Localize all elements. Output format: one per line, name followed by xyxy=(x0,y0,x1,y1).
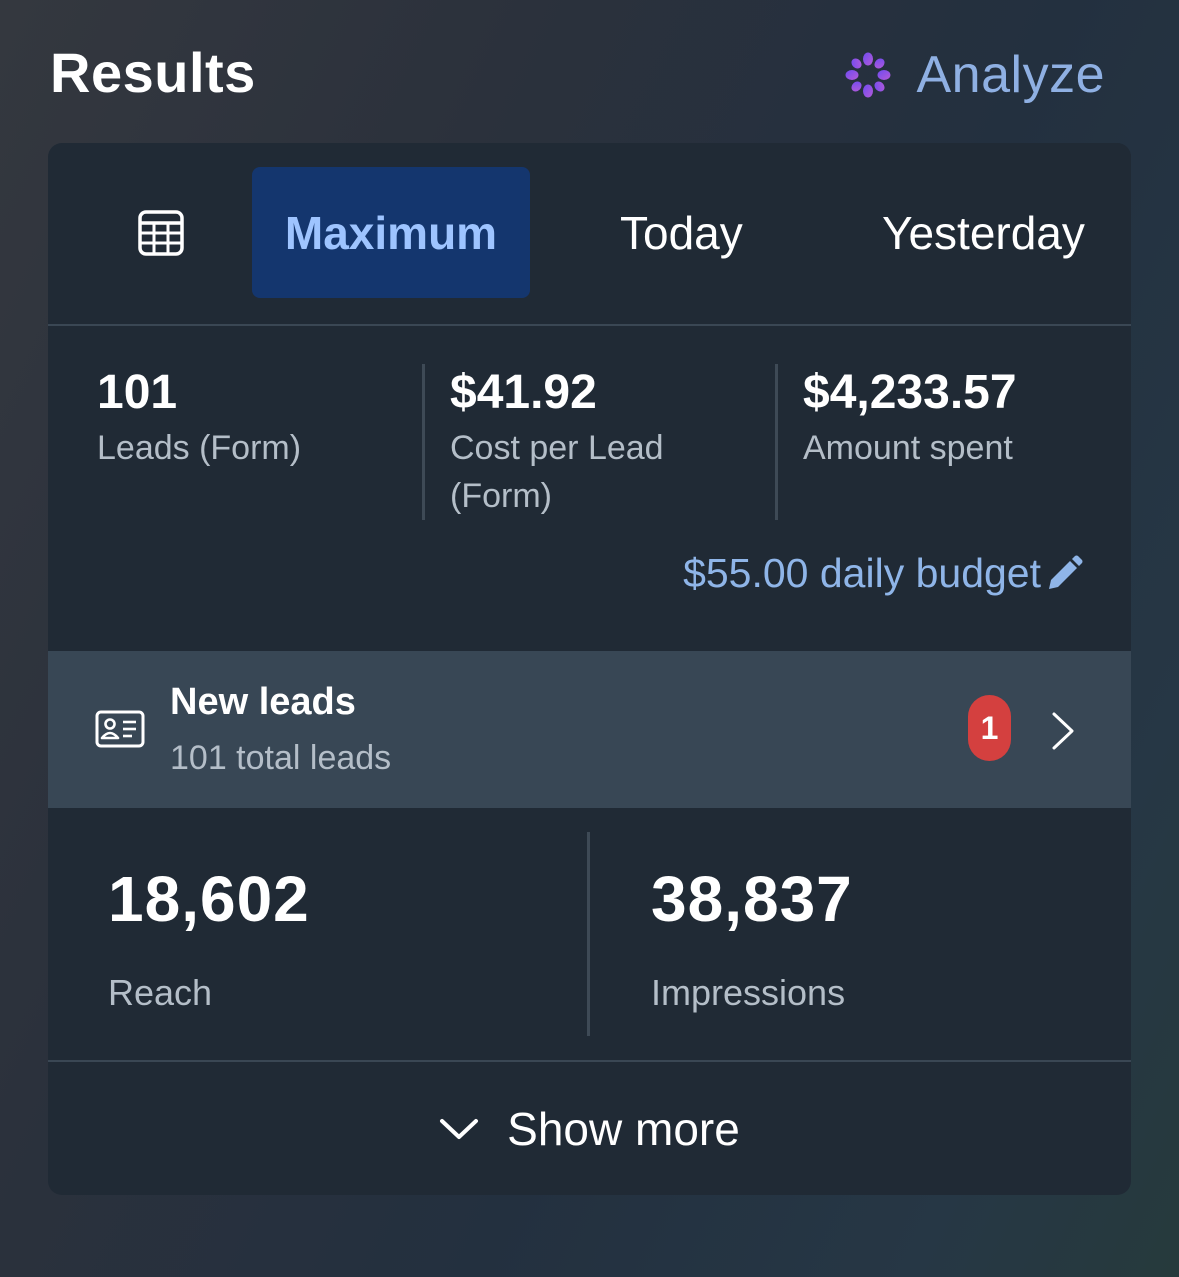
metric-label: Amount spent xyxy=(803,429,1013,467)
daily-budget-label: $55.00 daily budget xyxy=(683,550,1041,596)
analyze-label: Analyze xyxy=(916,46,1105,104)
results-card: Maximum Today Yesterday 101 Leads (Form)… xyxy=(48,143,1131,1195)
new-leads-title: New leads xyxy=(170,681,356,723)
metric-label: Cost per Lead (Form) xyxy=(450,429,664,515)
stat-value: 38,837 xyxy=(651,863,853,935)
chevron-down-icon xyxy=(440,1118,479,1139)
divider xyxy=(775,364,778,520)
metric-value: 101 xyxy=(97,366,178,419)
sparkle-icon xyxy=(845,52,890,98)
tab-scroll-edge xyxy=(1096,143,1131,324)
show-more-button[interactable]: Show more xyxy=(48,1062,1131,1195)
new-leads-subtitle: 101 total leads xyxy=(170,739,392,777)
stat-label: Impressions xyxy=(651,972,846,1013)
tab-today[interactable]: Today xyxy=(620,167,743,298)
tab-maximum[interactable]: Maximum xyxy=(252,167,530,298)
date-range-tabs: Maximum Today Yesterday xyxy=(48,143,1131,326)
stat-reach: 18,602 Reach xyxy=(108,860,310,1014)
new-leads-row[interactable]: New leads 101 total leads 1 xyxy=(48,651,1131,808)
calendar-table-icon[interactable] xyxy=(137,209,185,257)
stat-impressions: 38,837 Impressions xyxy=(651,860,853,1014)
analyze-button[interactable]: Analyze xyxy=(845,44,1106,106)
daily-budget-link[interactable]: $55.00 daily budget xyxy=(683,550,1083,597)
contact-card-icon xyxy=(95,710,145,748)
metric-cost-per-lead: $41.92 Cost per Lead (Form) xyxy=(450,364,750,520)
divider xyxy=(587,832,590,1036)
metric-leads: 101 Leads (Form) xyxy=(97,364,301,472)
tab-yesterday[interactable]: Yesterday xyxy=(882,167,1085,298)
metric-label: Leads (Form) xyxy=(97,429,302,467)
show-more-label: Show more xyxy=(507,1102,740,1155)
stat-label: Reach xyxy=(108,972,213,1013)
page-title: Results xyxy=(50,41,256,104)
metrics-row: 101 Leads (Form) $41.92 Cost per Lead (F… xyxy=(48,326,1131,651)
pencil-icon xyxy=(1049,555,1083,589)
metric-amount-spent: $4,233.57 Amount spent xyxy=(803,364,1017,472)
reach-impressions-row: 18,602 Reach 38,837 Impressions xyxy=(48,808,1131,1062)
stat-value: 18,602 xyxy=(108,863,310,935)
metric-value: $41.92 xyxy=(450,366,597,419)
divider xyxy=(422,364,425,520)
metric-value: $4,233.57 xyxy=(803,366,1017,419)
chevron-right-icon xyxy=(1052,712,1074,750)
notification-badge: 1 xyxy=(968,695,1011,761)
